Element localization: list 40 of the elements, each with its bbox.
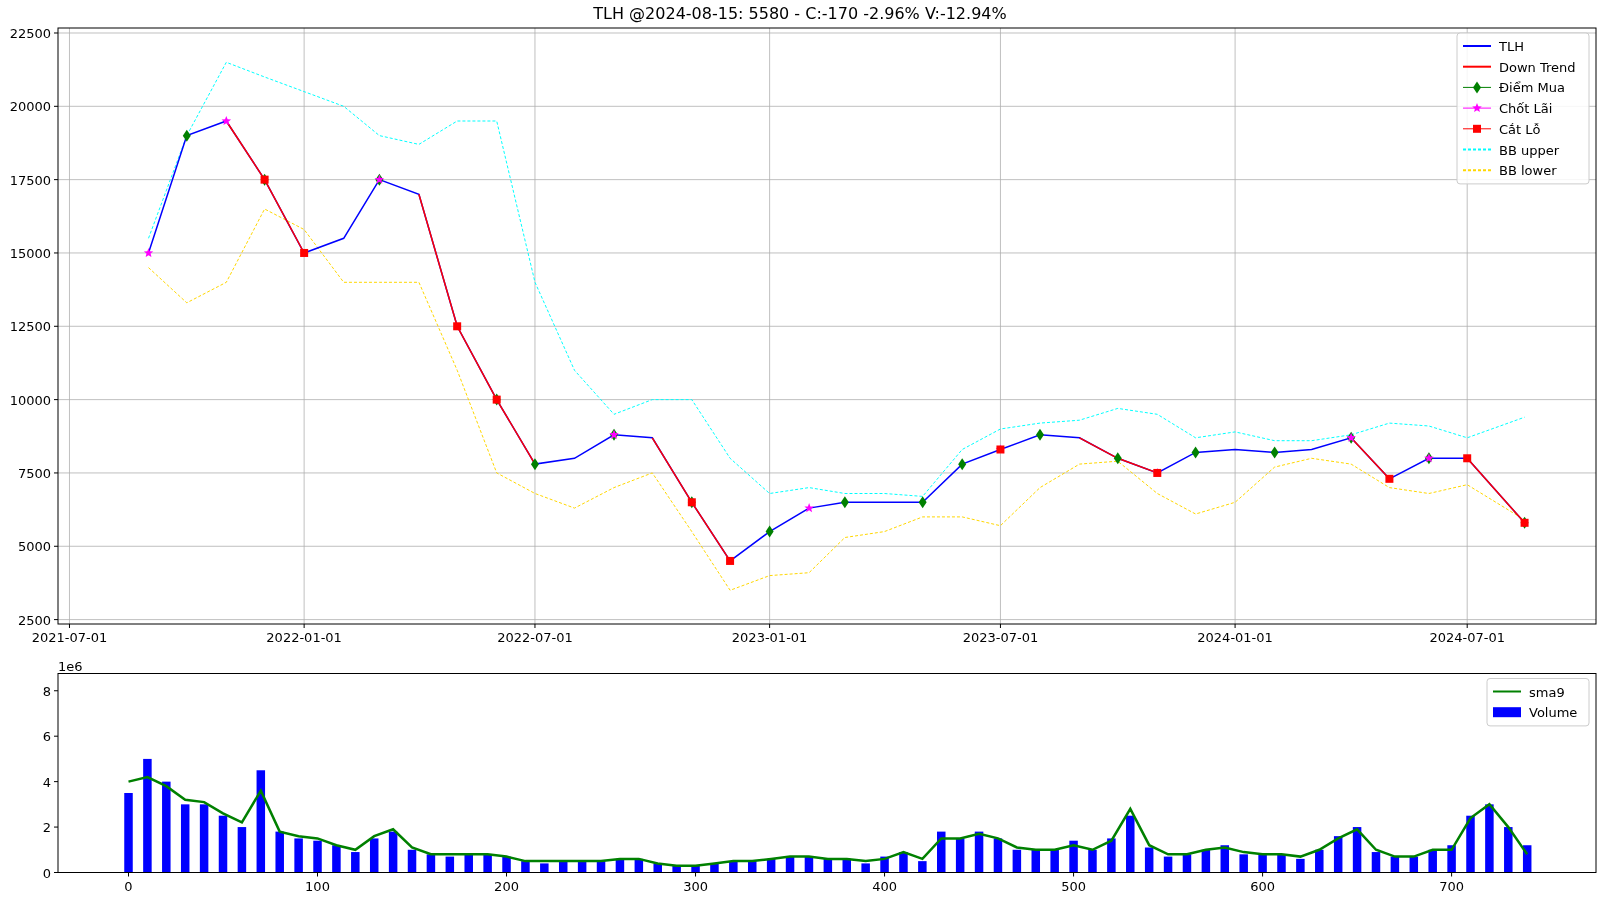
tick-label: 2023-07-01 — [962, 630, 1039, 645]
legend-label: Down Trend — [1499, 59, 1576, 75]
tick-label: 2024-01-01 — [1197, 630, 1273, 645]
legend-label: Cắt Lỗ — [1499, 121, 1541, 137]
legend-label: Chốt Lãi — [1499, 101, 1553, 117]
tick-label: 100 — [305, 878, 330, 894]
legend-label: BB upper — [1499, 142, 1560, 158]
tick-label: 10000 — [9, 392, 51, 408]
tick-label: 2022-01-01 — [266, 630, 342, 645]
chart-title: TLH @2024-08-15: 5580 - C:-170 -2.96% V:-12.94% — [593, 4, 1007, 23]
tick-label: 0 — [42, 865, 51, 881]
tick-label: 12500 — [9, 319, 51, 335]
legend-label: sma9 — [1529, 684, 1565, 700]
tick-label: 2 — [42, 820, 51, 836]
tick-label: 500 — [1061, 878, 1086, 894]
tick-label: 15000 — [9, 245, 51, 261]
tick-label: 700 — [1439, 878, 1464, 894]
tick-label: 22500 — [9, 27, 51, 41]
tick-label: 4 — [42, 774, 51, 790]
tick-label: 2023-01-01 — [731, 630, 808, 645]
tick-label: 6 — [42, 729, 51, 745]
tick-label: 20000 — [9, 99, 51, 115]
axis-offset-label: 1e6 — [58, 658, 83, 674]
tick-label: 300 — [683, 878, 708, 894]
legend-label: Volume — [1529, 705, 1578, 721]
tick-label: 8 — [42, 683, 51, 699]
tick-label: 400 — [872, 878, 897, 894]
tick-label: 2022-07-01 — [497, 630, 573, 645]
tick-label: 200 — [494, 878, 519, 894]
tick-label: 2024-07-01 — [1429, 630, 1505, 645]
tick-label: 0 — [124, 878, 133, 894]
legend-label: BB lower — [1499, 163, 1557, 179]
legend-label: TLH — [1499, 39, 1524, 54]
tick-label: 7500 — [17, 465, 51, 481]
legend-label: Điểm Mua — [1499, 80, 1565, 96]
tick-label: 17500 — [9, 172, 51, 188]
tick-label: 5000 — [17, 539, 51, 555]
tick-label: 2021-07-01 — [31, 630, 108, 645]
tick-label: 600 — [1250, 878, 1275, 894]
tick-label: 2500 — [17, 612, 51, 628]
